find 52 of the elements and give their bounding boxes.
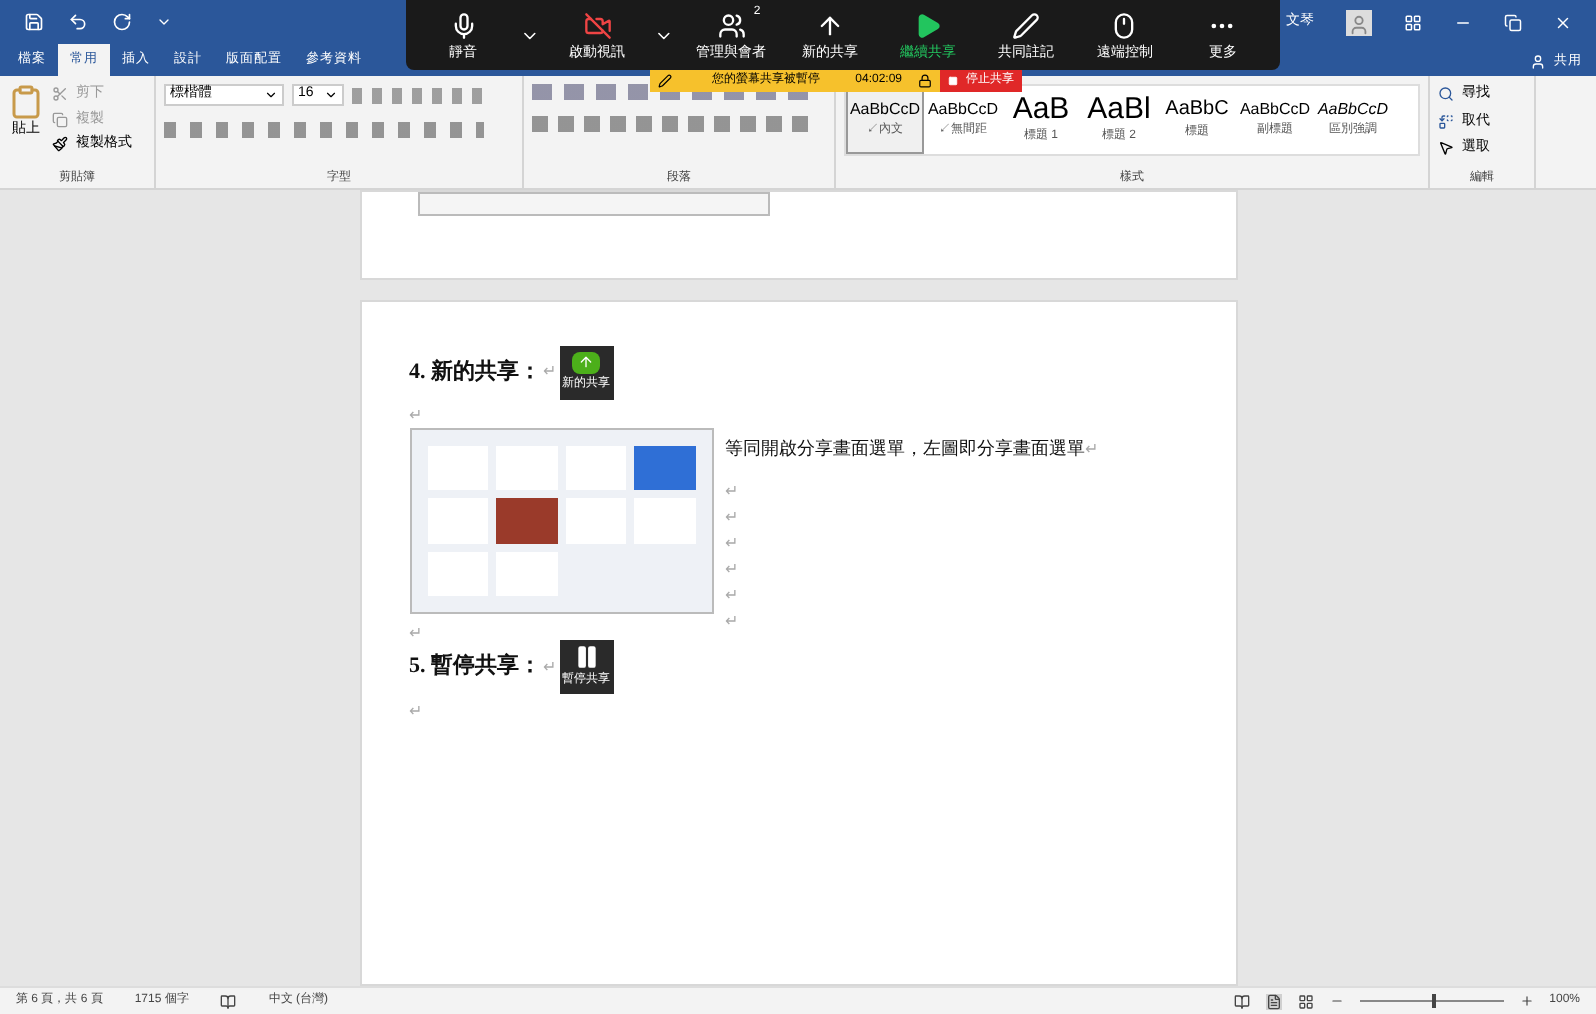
- pause-icon: [573, 644, 599, 670]
- align-tools-drawing[interactable]: [532, 116, 812, 132]
- paragraph-mark: ↵: [725, 481, 739, 499]
- zoom-thumb[interactable]: [1431, 994, 1436, 1008]
- replace-icon: [1438, 113, 1454, 130]
- paragraph-mark: ↵: [1085, 437, 1099, 462]
- heading-text: 5. 暫停共享：: [409, 651, 541, 683]
- customize-icon[interactable]: [156, 14, 172, 30]
- pointer-icon: [1438, 140, 1454, 157]
- up-arrow-icon: [815, 11, 844, 39]
- pen-icon: [1012, 11, 1041, 39]
- person-icon: [1530, 54, 1546, 71]
- people-icon: [717, 11, 746, 39]
- caret-icon: [324, 88, 338, 102]
- paragraph-mark: ↵: [725, 507, 739, 525]
- microphone-icon: [449, 11, 478, 39]
- avatar-icon: [1346, 9, 1372, 35]
- up-arrow-icon: [572, 351, 600, 373]
- play-icon: [913, 11, 942, 39]
- proofing-icon[interactable]: [220, 993, 237, 1009]
- paragraph-mark: ↵: [725, 611, 739, 629]
- ribbon-options-icon[interactable]: [1404, 13, 1422, 31]
- redo-icon[interactable]: [112, 12, 132, 32]
- close-icon[interactable]: [1554, 13, 1572, 31]
- caret-icon: [264, 88, 278, 102]
- paintbrush-icon: [52, 136, 68, 153]
- mouse-icon: [1110, 11, 1139, 39]
- stop-icon: [948, 76, 958, 86]
- zoom-in-icon[interactable]: [1519, 994, 1534, 1008]
- paragraph-mark: ↵: [409, 406, 423, 424]
- paragraph-mark: ↵: [543, 360, 557, 384]
- body-text: 等同開啟分享畫面選單，左圖即分享畫面選單: [725, 436, 1085, 462]
- clipboard-icon: [8, 84, 44, 120]
- scissors-icon: [52, 86, 68, 103]
- search-icon: [1438, 86, 1454, 103]
- web-layout-icon[interactable]: [1297, 993, 1314, 1009]
- undo-icon[interactable]: [68, 12, 88, 32]
- pen-icon: [658, 74, 672, 88]
- paragraph-mark: ↵: [725, 559, 739, 577]
- paragraph-mark: ↵: [725, 533, 739, 551]
- restore-icon[interactable]: [1504, 13, 1522, 31]
- save-icon[interactable]: [24, 12, 44, 32]
- heading-text: 4. 新的共享：: [409, 357, 541, 388]
- paragraph-mark: ↵: [409, 623, 423, 641]
- paragraph-mark: ↵: [543, 655, 557, 679]
- paragraph-mark: ↵: [409, 701, 423, 719]
- lock-icon: [918, 74, 932, 88]
- copy-icon: [52, 111, 68, 128]
- read-mode-icon[interactable]: [1233, 993, 1250, 1009]
- print-layout-icon[interactable]: [1265, 993, 1282, 1009]
- camera-off-icon: [583, 11, 612, 39]
- paragraph-mark: ↵: [725, 585, 739, 603]
